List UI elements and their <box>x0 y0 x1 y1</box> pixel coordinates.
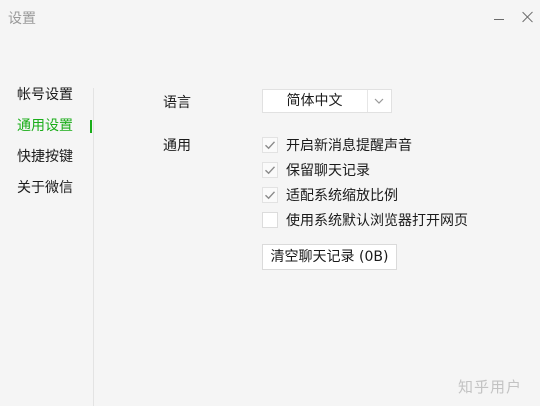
close-icon <box>522 11 534 23</box>
window-title: 设置 <box>8 11 36 27</box>
close-button[interactable] <box>517 6 539 28</box>
option-keep-chat-history[interactable]: 保留聊天记录 <box>262 161 370 179</box>
language-label: 语言 <box>163 95 191 111</box>
general-label: 通用 <box>163 138 191 154</box>
option-default-browser[interactable]: 使用系统默认浏览器打开网页 <box>262 211 468 229</box>
sidebar-item-label: 快捷按键 <box>17 149 73 165</box>
checkmark-icon <box>265 166 276 175</box>
sidebar-item-shortcuts[interactable]: 快捷按键 <box>0 142 93 173</box>
sidebar-item-label: 关于微信 <box>17 180 73 196</box>
checkmark-icon <box>265 191 276 200</box>
checkbox[interactable] <box>262 212 278 228</box>
sidebar-divider <box>93 88 94 406</box>
language-select-value: 简体中文 <box>286 93 343 109</box>
sidebar: 帐号设置 通用设置 快捷按键 关于微信 <box>0 80 93 204</box>
sidebar-item-general[interactable]: 通用设置 <box>0 111 93 142</box>
checkmark-icon <box>265 141 276 150</box>
option-label: 开启新消息提醒声音 <box>286 138 412 154</box>
active-indicator <box>90 120 92 133</box>
chevron-down-icon <box>371 93 387 109</box>
language-select[interactable]: 简体中文 <box>262 89 392 113</box>
checkbox[interactable] <box>262 187 278 203</box>
select-separator <box>367 90 368 112</box>
checkbox[interactable] <box>262 137 278 153</box>
sidebar-item-account[interactable]: 帐号设置 <box>0 80 93 111</box>
minimize-icon <box>494 18 504 20</box>
watermark: 知乎用户 <box>458 378 523 396</box>
option-label: 保留聊天记录 <box>286 163 370 179</box>
option-label: 适配系统缩放比例 <box>286 188 398 204</box>
option-new-message-sound[interactable]: 开启新消息提醒声音 <box>262 136 412 154</box>
sidebar-item-label: 通用设置 <box>17 118 73 134</box>
checkbox[interactable] <box>262 162 278 178</box>
minimize-button[interactable] <box>488 6 510 28</box>
clear-chat-history-button[interactable]: 清空聊天记录 (0B) <box>262 244 397 270</box>
sidebar-item-label: 帐号设置 <box>17 87 73 103</box>
sidebar-item-about[interactable]: 关于微信 <box>0 173 93 204</box>
settings-window: 设置 帐号设置 通用设置 快捷按键 关于微信 语言 简体中文 通用 开启新消息提… <box>0 0 540 406</box>
option-system-scaling[interactable]: 适配系统缩放比例 <box>262 186 398 204</box>
option-label: 使用系统默认浏览器打开网页 <box>286 213 468 229</box>
